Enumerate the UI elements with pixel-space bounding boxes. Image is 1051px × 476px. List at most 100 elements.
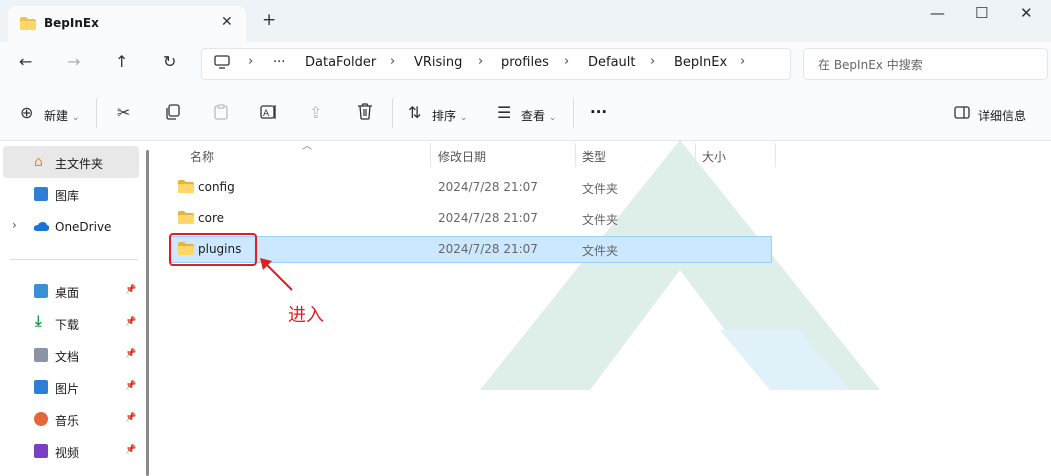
folder-icon	[178, 211, 194, 224]
svg-text:A: A	[263, 109, 270, 119]
pin-icon: 📌	[125, 349, 137, 359]
breadcrumb-separator: ›	[390, 54, 396, 69]
new-icon[interactable]: ⊕	[20, 103, 33, 122]
more-options-button[interactable]: ···	[590, 103, 607, 121]
column-divider[interactable]	[430, 143, 431, 167]
document-icon	[34, 348, 48, 362]
annotation-arrow-icon	[260, 258, 293, 291]
folder-icon	[178, 180, 194, 193]
file-type: 文件夹	[582, 213, 619, 227]
sidebar-item-gallery[interactable]: 图库	[55, 187, 79, 204]
breadcrumb-vrising[interactable]: VRising	[414, 55, 462, 70]
column-header-type[interactable]: 类型	[582, 148, 606, 165]
file-row-config[interactable]: config 2024/7/28 21:07 文件夹	[172, 175, 770, 200]
file-type: 文件夹	[582, 182, 619, 196]
desktop-icon	[34, 284, 48, 298]
view-icon[interactable]: ☰	[497, 103, 511, 122]
paste-icon[interactable]	[213, 104, 229, 120]
breadcrumb-datafolder[interactable]: DataFolder	[305, 55, 376, 70]
sidebar-item-home-label: 主文件夹	[55, 157, 104, 171]
sidebar-divider	[10, 259, 138, 260]
new-button[interactable]: 新建 ⌄	[44, 107, 79, 124]
rename-icon[interactable]: A	[260, 104, 278, 120]
file-date: 2024/7/28 21:07	[438, 211, 538, 225]
chevron-right-icon[interactable]: ›	[12, 218, 17, 232]
sidebar-item-documents[interactable]: 文档	[55, 348, 79, 365]
new-tab-button[interactable]: +	[262, 10, 276, 30]
onedrive-icon	[33, 222, 50, 231]
refresh-icon[interactable]: ↻	[163, 52, 176, 71]
pin-icon: 📌	[125, 285, 137, 295]
toolbar-divider	[392, 98, 393, 128]
sidebar-item-desktop[interactable]: 桌面	[55, 284, 79, 301]
breadcrumb-profiles[interactable]: profiles	[501, 55, 549, 70]
annotation-label: 进入	[288, 305, 324, 326]
this-pc-icon[interactable]	[214, 55, 230, 69]
forward-icon[interactable]: →	[67, 52, 80, 71]
pin-icon: 📌	[125, 413, 137, 423]
file-name: core	[198, 211, 224, 225]
file-type: 文件夹	[582, 244, 619, 258]
annotation-highlight-box	[169, 233, 257, 266]
toolbar-divider	[96, 98, 97, 128]
file-name: config	[198, 180, 235, 194]
view-label: 查看	[521, 109, 546, 123]
sort-icon[interactable]: ⇅	[408, 103, 421, 122]
close-window-button[interactable]: ✕	[1020, 4, 1033, 22]
breadcrumb-default[interactable]: Default	[588, 55, 636, 70]
file-date: 2024/7/28 21:07	[438, 180, 538, 194]
back-icon[interactable]: ←	[19, 52, 32, 71]
tab-bepinex[interactable]: BepInEx ✕	[8, 6, 246, 42]
tab-title: BepInEx	[44, 16, 99, 30]
sort-up-icon: ︿	[302, 141, 312, 152]
file-row-core[interactable]: core 2024/7/28 21:07 文件夹	[172, 206, 770, 231]
column-divider[interactable]	[575, 143, 576, 167]
column-header-size[interactable]: 大小	[702, 148, 726, 165]
share-icon[interactable]: ⇪	[309, 103, 322, 122]
copy-icon[interactable]	[165, 104, 181, 120]
tab-close-icon[interactable]: ✕	[221, 14, 233, 30]
pin-icon: 📌	[125, 317, 137, 327]
video-icon	[34, 444, 48, 458]
breadcrumb-more[interactable]: ···	[273, 55, 285, 70]
delete-icon[interactable]	[357, 103, 373, 120]
pictures-icon	[34, 380, 48, 394]
search-input[interactable]: 在 BepInEx 中搜索	[803, 48, 1048, 80]
gallery-icon	[34, 187, 48, 201]
maximize-button[interactable]: ☐	[975, 4, 988, 22]
new-label: 新建	[44, 109, 69, 123]
pin-icon: 📌	[125, 445, 137, 455]
cut-icon[interactable]: ✂	[117, 103, 130, 122]
chevron-down-icon: ⌄	[548, 113, 557, 123]
up-icon[interactable]: ↑	[115, 52, 128, 71]
sidebar-item-pictures[interactable]: 图片	[55, 380, 79, 397]
home-icon: ⌂	[34, 154, 43, 170]
breadcrumb-separator: ›	[564, 54, 570, 69]
column-header-date[interactable]: 修改日期	[438, 148, 486, 165]
column-divider[interactable]	[695, 143, 696, 167]
search-placeholder: 在 BepInEx 中搜索	[818, 58, 923, 72]
sort-label: 排序	[432, 109, 457, 123]
sidebar-item-downloads[interactable]: 下载	[55, 316, 79, 333]
details-button[interactable]: 详细信息	[978, 107, 1026, 124]
sort-button[interactable]: 排序 ⌄	[432, 107, 467, 124]
minimize-button[interactable]: —	[930, 4, 945, 22]
download-icon: ⤓	[35, 312, 42, 330]
breadcrumb-bepinex[interactable]: BepInEx	[674, 55, 727, 70]
chevron-down-icon: ⌄	[459, 113, 468, 123]
pin-icon: 📌	[125, 381, 137, 391]
column-header-name[interactable]: 名称	[190, 148, 214, 165]
column-divider[interactable]	[775, 143, 776, 167]
breadcrumb-separator: ›	[740, 54, 746, 69]
folder-icon	[20, 17, 36, 30]
sidebar-item-onedrive[interactable]: OneDrive	[55, 220, 111, 234]
details-pane-icon[interactable]	[954, 106, 970, 119]
breadcrumb-separator: ›	[248, 54, 254, 69]
music-icon	[34, 412, 48, 426]
sidebar-item-music[interactable]: 音乐	[55, 412, 79, 429]
breadcrumb-separator: ›	[478, 54, 484, 69]
sidebar-item-videos[interactable]: 视频	[55, 444, 79, 461]
view-button[interactable]: 查看 ⌄	[521, 107, 556, 124]
sidebar-scrollbar[interactable]	[146, 150, 149, 476]
breadcrumb-separator: ›	[650, 54, 656, 69]
